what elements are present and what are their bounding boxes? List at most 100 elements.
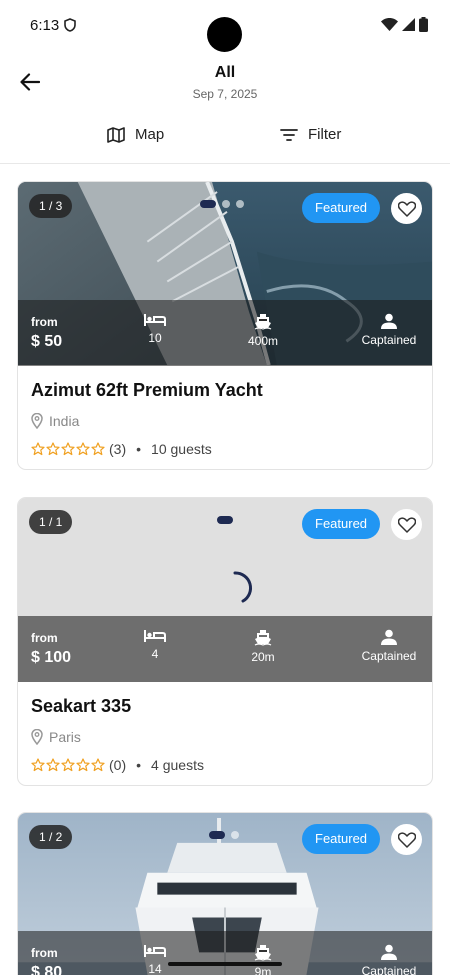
person-icon xyxy=(381,313,397,329)
beds-stat: 10 xyxy=(143,313,167,345)
person-icon xyxy=(381,944,397,960)
location-text: Paris xyxy=(49,729,81,745)
length-value: 20m xyxy=(251,650,275,664)
listing-info-bar: from $ 100 4 20m Captained xyxy=(18,616,432,682)
boat-icon xyxy=(254,630,272,646)
featured-badge[interactable]: Featured xyxy=(302,824,381,854)
listing-meta: (0) • 4 guests xyxy=(31,757,419,773)
filter-button[interactable]: Filter xyxy=(280,126,341,143)
listing-card[interactable]: 1 / 1 Featured from $ 100 4 20m Captaine… xyxy=(17,497,433,786)
gesture-bar[interactable] xyxy=(168,962,282,966)
filter-label: Filter xyxy=(308,126,342,143)
listing-card[interactable]: 1 / 2 Featured from $ 80 14 9m Captained xyxy=(17,812,433,975)
price: $ 100 xyxy=(31,649,72,666)
listing-location: Paris xyxy=(31,729,419,745)
bed-icon xyxy=(144,314,166,326)
location-pin-icon xyxy=(31,729,43,745)
price: $ 80 xyxy=(31,964,63,975)
star-outline-icon xyxy=(31,758,45,772)
length-stat: 9m xyxy=(243,944,283,975)
listing-details: Seakart 335 Paris (0) • 4 guests xyxy=(18,682,432,785)
beds-value: 4 xyxy=(151,647,159,661)
carousel-dots xyxy=(217,516,233,524)
boat-icon xyxy=(254,314,272,330)
star-outline-icon xyxy=(76,758,90,772)
favorite-button[interactable] xyxy=(391,509,422,540)
app-header: All Sep 7, 2025 xyxy=(0,52,450,114)
length-stat: 20m xyxy=(243,629,283,664)
beds-value: 10 xyxy=(148,331,162,345)
image-counter: 1 / 2 xyxy=(29,825,73,849)
carousel-dots xyxy=(200,200,244,208)
listing-image-carousel[interactable]: 1 / 1 Featured from $ 100 4 20m Captaine… xyxy=(18,498,432,682)
beds-value: 14 xyxy=(148,962,162,975)
star-outline-icon xyxy=(61,442,75,456)
location-text: India xyxy=(49,413,80,429)
from-label: from xyxy=(31,315,58,329)
captain-value: Captained xyxy=(361,333,417,347)
captain-value: Captained xyxy=(361,649,417,663)
map-button[interactable]: Map xyxy=(107,126,164,143)
captain-stat: Captained xyxy=(356,944,422,975)
listing-list[interactable]: 1 / 3 Featured from $ 50 10 400m Captain… xyxy=(0,165,450,975)
from-label: from xyxy=(31,946,58,960)
heart-icon xyxy=(397,831,416,848)
map-icon xyxy=(107,126,125,143)
carousel-dot-active[interactable] xyxy=(200,200,216,208)
map-label: Map xyxy=(135,126,165,143)
listing-image-carousel[interactable]: 1 / 2 Featured from $ 80 14 9m Captained xyxy=(18,813,432,975)
guest-count: 10 guests xyxy=(151,441,212,457)
list-toolbar: Map Filter xyxy=(0,114,450,164)
star-outline-icon xyxy=(46,442,60,456)
signal-icon xyxy=(402,18,415,31)
listing-details: Azimut 62ft Premium Yacht India (3) • 10… xyxy=(18,366,432,469)
listing-title[interactable]: Seakart 335 xyxy=(31,696,419,717)
boat-icon xyxy=(254,945,272,961)
carousel-dot-active[interactable] xyxy=(209,831,225,839)
status-icons xyxy=(381,17,428,32)
review-count: (3) xyxy=(109,441,127,457)
meta-separator: • xyxy=(136,441,142,457)
star-rating xyxy=(31,442,105,456)
status-bar: 6:13 xyxy=(0,0,450,52)
favorite-button[interactable] xyxy=(391,193,422,224)
location-pin-icon xyxy=(31,413,43,429)
carousel-dot[interactable] xyxy=(236,200,244,208)
captain-stat: Captained xyxy=(356,629,422,663)
wifi-icon xyxy=(381,18,398,31)
price: $ 50 xyxy=(31,333,63,350)
review-count: (0) xyxy=(109,757,127,773)
camera-cutout xyxy=(207,17,242,52)
filter-icon xyxy=(280,128,298,141)
length-value: 9m xyxy=(254,965,272,975)
carousel-dot[interactable] xyxy=(231,831,239,839)
page-date: Sep 7, 2025 xyxy=(192,87,258,101)
beds-stat: 14 xyxy=(143,944,167,975)
star-rating xyxy=(31,758,105,772)
featured-badge[interactable]: Featured xyxy=(302,509,381,539)
star-outline-icon xyxy=(31,442,45,456)
featured-badge[interactable]: Featured xyxy=(302,193,381,223)
listing-info-bar: from $ 80 14 9m Captained xyxy=(18,931,432,975)
listing-meta: (3) • 10 guests xyxy=(31,441,419,457)
star-outline-icon xyxy=(91,442,105,456)
loading-spinner-icon xyxy=(233,571,253,603)
image-counter: 1 / 1 xyxy=(29,510,73,534)
carousel-dots xyxy=(209,831,239,839)
listing-image-carousel[interactable]: 1 / 3 Featured from $ 50 10 400m Captain… xyxy=(18,182,432,366)
carousel-dot-active[interactable] xyxy=(217,516,233,524)
heart-icon xyxy=(397,200,416,217)
app-screen: 6:13 All Sep 7, 2025 Map Filter 1 / 3 Fe… xyxy=(0,0,450,975)
guest-count: 4 guests xyxy=(151,757,204,773)
captain-stat: Captained xyxy=(356,313,422,347)
length-value: 400m xyxy=(247,334,279,348)
carousel-dot[interactable] xyxy=(222,200,230,208)
listing-card[interactable]: 1 / 3 Featured from $ 50 10 400m Captain… xyxy=(17,181,433,470)
bed-icon xyxy=(144,630,166,642)
star-outline-icon xyxy=(61,758,75,772)
listing-title[interactable]: Azimut 62ft Premium Yacht xyxy=(31,380,419,401)
captain-value: Captained xyxy=(361,964,417,975)
favorite-button[interactable] xyxy=(391,824,422,855)
listing-info-bar: from $ 50 10 400m Captained xyxy=(18,300,432,366)
star-outline-icon xyxy=(91,758,105,772)
